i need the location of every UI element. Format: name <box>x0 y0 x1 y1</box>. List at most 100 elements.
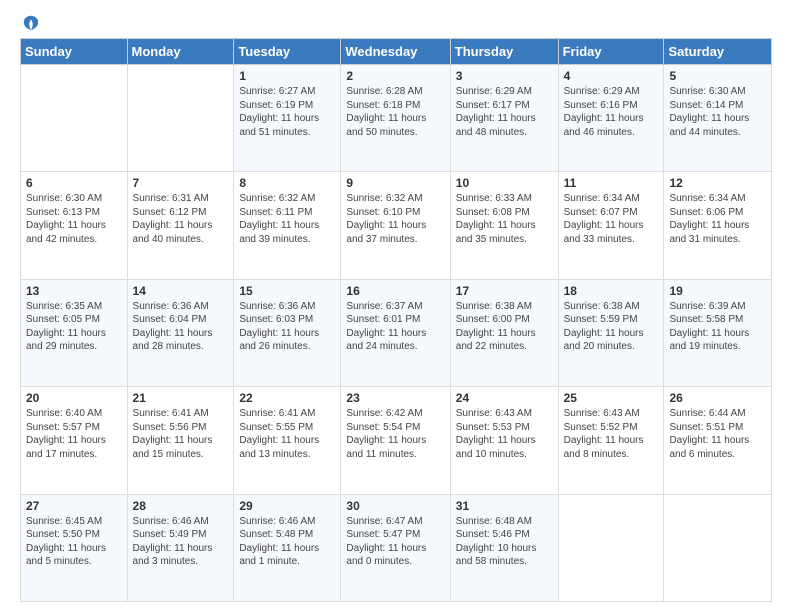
calendar-cell: 20Sunrise: 6:40 AMSunset: 5:57 PMDayligh… <box>21 387 128 494</box>
weekday-header: Tuesday <box>234 39 341 65</box>
calendar-cell: 22Sunrise: 6:41 AMSunset: 5:55 PMDayligh… <box>234 387 341 494</box>
day-info: Sunrise: 6:44 AMSunset: 5:51 PMDaylight:… <box>669 407 766 461</box>
weekday-header: Wednesday <box>341 39 450 65</box>
calendar-cell: 7Sunrise: 6:31 AMSunset: 6:12 PMDaylight… <box>127 172 234 279</box>
day-info: Sunrise: 6:29 AMSunset: 6:16 PMDaylight:… <box>564 85 659 139</box>
day-info: Sunrise: 6:32 AMSunset: 6:10 PMDaylight:… <box>346 192 444 246</box>
calendar-cell: 2 Sunrise: 6:28 AMSunset: 6:18 PMDaylight… <box>341 65 450 172</box>
day-number: 9 <box>346 176 444 190</box>
calendar-week-row: 27 Sunrise: 6:45 AMSunset: 5:50 PMDayligh… <box>21 494 772 601</box>
day-number: 15 <box>239 284 335 298</box>
calendar-week-row: 1 Sunrise: 6:27 AMSunset: 6:19 PMDaylight… <box>21 65 772 172</box>
calendar-cell: 16 Sunrise: 6:37 AMSunset: 6:01 PMDayligh… <box>341 279 450 386</box>
day-number: 29 <box>239 499 335 513</box>
calendar-cell: 25 Sunrise: 6:43 AMSunset: 5:52 PMDayligh… <box>558 387 664 494</box>
calendar-cell: 6 Sunrise: 6:30 AMSunset: 6:13 PMDaylight… <box>21 172 128 279</box>
day-number: 23 <box>346 391 444 405</box>
day-info: Sunrise: 6:33 AMSunset: 6:08 PMDaylight:… <box>456 192 553 246</box>
day-number: 18 <box>564 284 659 298</box>
day-info: Sunrise: 6:38 AMSunset: 5:59 PMDaylight:… <box>564 300 659 354</box>
header <box>20 16 772 30</box>
day-number: 31 <box>456 499 553 513</box>
day-info: Sunrise: 6:28 AMSunset: 6:18 PMDaylight:… <box>346 85 444 139</box>
calendar-cell: 8 Sunrise: 6:32 AMSunset: 6:11 PMDaylight… <box>234 172 341 279</box>
calendar-cell <box>664 494 772 601</box>
calendar-cell: 1 Sunrise: 6:27 AMSunset: 6:19 PMDaylight… <box>234 65 341 172</box>
calendar-table: SundayMondayTuesdayWednesdayThursdayFrid… <box>20 38 772 602</box>
calendar-cell <box>21 65 128 172</box>
day-number: 30 <box>346 499 444 513</box>
calendar-cell <box>127 65 234 172</box>
weekday-header: Saturday <box>664 39 772 65</box>
day-info: Sunrise: 6:43 AMSunset: 5:52 PMDaylight:… <box>564 407 659 461</box>
day-number: 24 <box>456 391 553 405</box>
day-number: 16 <box>346 284 444 298</box>
calendar-cell <box>558 494 664 601</box>
day-number: 2 <box>346 69 444 83</box>
day-number: 4 <box>564 69 659 83</box>
page: SundayMondayTuesdayWednesdayThursdayFrid… <box>0 0 792 612</box>
calendar-body: 1 Sunrise: 6:27 AMSunset: 6:19 PMDaylight… <box>21 65 772 602</box>
day-number: 17 <box>456 284 553 298</box>
calendar-cell: 13Sunrise: 6:35 AMSunset: 6:05 PMDayligh… <box>21 279 128 386</box>
day-info: Sunrise: 6:45 AMSunset: 5:50 PMDaylight:… <box>26 515 122 569</box>
day-info: Sunrise: 6:32 AMSunset: 6:11 PMDaylight:… <box>239 192 335 246</box>
day-number: 11 <box>564 176 659 190</box>
calendar-cell: 19 Sunrise: 6:39 AMSunset: 5:58 PMDayligh… <box>664 279 772 386</box>
day-number: 22 <box>239 391 335 405</box>
day-info: Sunrise: 6:27 AMSunset: 6:19 PMDaylight:… <box>239 85 335 139</box>
calendar-cell: 30 Sunrise: 6:47 AMSunset: 5:47 PMDayligh… <box>341 494 450 601</box>
day-number: 19 <box>669 284 766 298</box>
day-info: Sunrise: 6:40 AMSunset: 5:57 PMDaylight:… <box>26 407 122 461</box>
day-info: Sunrise: 6:36 AMSunset: 6:04 PMDaylight:… <box>133 300 229 354</box>
calendar-week-row: 20Sunrise: 6:40 AMSunset: 5:57 PMDayligh… <box>21 387 772 494</box>
day-number: 12 <box>669 176 766 190</box>
calendar-cell: 9 Sunrise: 6:32 AMSunset: 6:10 PMDaylight… <box>341 172 450 279</box>
calendar-cell: 27 Sunrise: 6:45 AMSunset: 5:50 PMDayligh… <box>21 494 128 601</box>
calendar-cell: 29 Sunrise: 6:46 AMSunset: 5:48 PMDayligh… <box>234 494 341 601</box>
logo-bird-icon <box>22 14 40 32</box>
day-number: 5 <box>669 69 766 83</box>
day-number: 10 <box>456 176 553 190</box>
day-info: Sunrise: 6:34 AMSunset: 6:07 PMDaylight:… <box>564 192 659 246</box>
calendar-cell: 23Sunrise: 6:42 AMSunset: 5:54 PMDayligh… <box>341 387 450 494</box>
calendar-cell: 18 Sunrise: 6:38 AMSunset: 5:59 PMDayligh… <box>558 279 664 386</box>
calendar-cell: 14 Sunrise: 6:36 AMSunset: 6:04 PMDayligh… <box>127 279 234 386</box>
day-number: 6 <box>26 176 122 190</box>
calendar-cell: 21Sunrise: 6:41 AMSunset: 5:56 PMDayligh… <box>127 387 234 494</box>
day-number: 1 <box>239 69 335 83</box>
weekday-header: Monday <box>127 39 234 65</box>
calendar-cell: 12 Sunrise: 6:34 AMSunset: 6:06 PMDayligh… <box>664 172 772 279</box>
weekday-header: Friday <box>558 39 664 65</box>
day-number: 8 <box>239 176 335 190</box>
day-info: Sunrise: 6:30 AMSunset: 6:13 PMDaylight:… <box>26 192 122 246</box>
weekday-header: Sunday <box>21 39 128 65</box>
day-number: 27 <box>26 499 122 513</box>
day-info: Sunrise: 6:37 AMSunset: 6:01 PMDaylight:… <box>346 300 444 354</box>
day-info: Sunrise: 6:39 AMSunset: 5:58 PMDaylight:… <box>669 300 766 354</box>
calendar-header: SundayMondayTuesdayWednesdayThursdayFrid… <box>21 39 772 65</box>
day-info: Sunrise: 6:47 AMSunset: 5:47 PMDaylight:… <box>346 515 444 569</box>
logo <box>20 16 40 30</box>
calendar-week-row: 6 Sunrise: 6:30 AMSunset: 6:13 PMDaylight… <box>21 172 772 279</box>
calendar-cell: 5 Sunrise: 6:30 AMSunset: 6:14 PMDaylight… <box>664 65 772 172</box>
calendar-cell: 4 Sunrise: 6:29 AMSunset: 6:16 PMDaylight… <box>558 65 664 172</box>
calendar-cell: 24 Sunrise: 6:43 AMSunset: 5:53 PMDayligh… <box>450 387 558 494</box>
day-info: Sunrise: 6:48 AMSunset: 5:46 PMDaylight:… <box>456 515 553 569</box>
day-number: 3 <box>456 69 553 83</box>
day-info: Sunrise: 6:29 AMSunset: 6:17 PMDaylight:… <box>456 85 553 139</box>
calendar-cell: 15Sunrise: 6:36 AMSunset: 6:03 PMDayligh… <box>234 279 341 386</box>
calendar-cell: 26Sunrise: 6:44 AMSunset: 5:51 PMDayligh… <box>664 387 772 494</box>
day-info: Sunrise: 6:30 AMSunset: 6:14 PMDaylight:… <box>669 85 766 139</box>
day-info: Sunrise: 6:31 AMSunset: 6:12 PMDaylight:… <box>133 192 229 246</box>
day-info: Sunrise: 6:46 AMSunset: 5:48 PMDaylight:… <box>239 515 335 569</box>
day-info: Sunrise: 6:38 AMSunset: 6:00 PMDaylight:… <box>456 300 553 354</box>
day-info: Sunrise: 6:34 AMSunset: 6:06 PMDaylight:… <box>669 192 766 246</box>
day-number: 21 <box>133 391 229 405</box>
day-number: 14 <box>133 284 229 298</box>
calendar-cell: 28Sunrise: 6:46 AMSunset: 5:49 PMDayligh… <box>127 494 234 601</box>
calendar-week-row: 13Sunrise: 6:35 AMSunset: 6:05 PMDayligh… <box>21 279 772 386</box>
weekday-row: SundayMondayTuesdayWednesdayThursdayFrid… <box>21 39 772 65</box>
day-info: Sunrise: 6:43 AMSunset: 5:53 PMDaylight:… <box>456 407 553 461</box>
day-number: 25 <box>564 391 659 405</box>
